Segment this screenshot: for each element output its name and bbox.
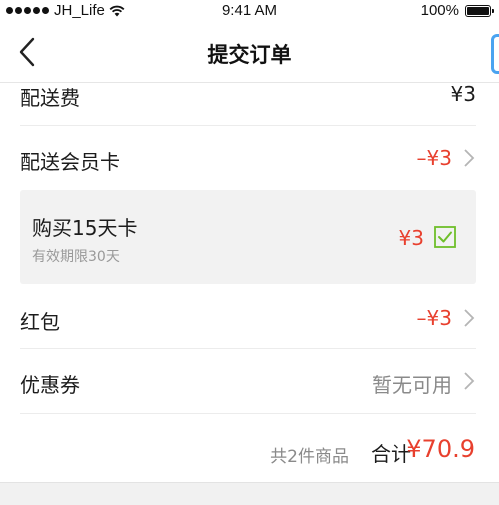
coupon-row[interactable]: 优惠券 暂无可用	[20, 349, 476, 413]
card-option-title: 购买15天卡	[32, 216, 138, 240]
shipping-fee-value: ¥3	[450, 82, 476, 106]
status-bar: JH_Life 9:41 AM 100%	[0, 0, 499, 22]
card-option-price: ¥3	[398, 226, 424, 250]
bottom-bar	[0, 482, 499, 505]
total-value: ¥70.9	[406, 435, 475, 463]
chevron-right-icon	[464, 372, 475, 390]
shipping-fee-label: 配送费	[20, 86, 80, 110]
member-card-row[interactable]: 配送会员卡 –¥3	[20, 126, 476, 190]
member-card-value: –¥3	[416, 146, 452, 170]
coupon-label: 优惠券	[20, 373, 80, 397]
battery-percent: 100%	[420, 2, 459, 19]
battery-icon	[465, 4, 494, 17]
total-label: 合计	[371, 442, 411, 466]
divider	[20, 413, 476, 414]
order-summary: 共2件商品 合计 ¥70.9	[0, 430, 499, 474]
member-card-label: 配送会员卡	[20, 150, 120, 174]
shipping-fee-row: 配送费 ¥3	[20, 82, 476, 126]
checkbox-checked-icon[interactable]	[434, 226, 456, 248]
page-title: 提交订单	[207, 43, 292, 67]
card-option-subtitle: 有效期限30天	[32, 249, 120, 265]
side-tab[interactable]	[491, 34, 499, 74]
coupon-value: 暂无可用	[372, 373, 452, 397]
item-count: 共2件商品	[270, 447, 349, 467]
card-option[interactable]: 购买15天卡 有效期限30天 ¥3	[20, 190, 476, 284]
nav-bar: 提交订单	[0, 22, 499, 83]
red-packet-row[interactable]: 红包 –¥3	[20, 284, 476, 348]
chevron-right-icon	[464, 149, 475, 167]
red-packet-value: –¥3	[416, 306, 452, 330]
chevron-right-icon	[464, 309, 475, 327]
status-right: 100%	[420, 2, 494, 19]
red-packet-label: 红包	[20, 310, 60, 334]
